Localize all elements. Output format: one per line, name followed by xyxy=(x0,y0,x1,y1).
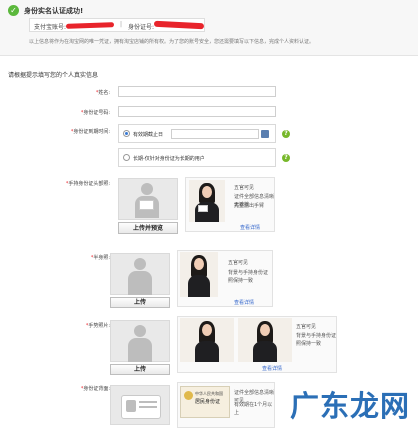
card-title: 中华人民共和国 xyxy=(195,391,223,396)
account-label: 支付宝账号: xyxy=(34,24,67,31)
person-silhouette-icon xyxy=(134,258,146,270)
name-label: *姓名: xyxy=(95,90,110,96)
validity-longterm-option[interactable]: 长期-仅针对身份证为长期的用户 xyxy=(118,148,276,167)
person-silhouette-body xyxy=(128,338,152,362)
validity-longterm-radio[interactable] xyxy=(123,154,130,161)
id-label: 身份证号: xyxy=(128,24,155,31)
validity-date-option[interactable]: 有效期截止日 xyxy=(118,124,276,143)
handheld-photo-placeholder xyxy=(118,178,178,220)
calendar-icon[interactable] xyxy=(261,130,269,138)
question-circle-icon[interactable]: ? xyxy=(282,130,290,138)
half-body-label: *半身照: xyxy=(90,255,110,261)
gesture-label: *手势照片: xyxy=(85,323,110,329)
id-number-label: *身份证号码: xyxy=(80,110,110,116)
half-body-example: 五官可见 背景与手持身份证照保持一致 查看详情 xyxy=(177,250,273,307)
validity-date-radio[interactable] xyxy=(123,130,130,137)
example-line: 背景与手持身份证照保持一致 xyxy=(228,270,269,284)
example-line: 背景与手持身份证照保持一致 xyxy=(296,333,337,347)
half-body-example-photo xyxy=(180,252,218,297)
upload-button[interactable]: 上传 xyxy=(110,297,170,308)
form-intro: 请根据提示填写您的个人真实信息 xyxy=(8,72,99,79)
gesture-example-photo-1 xyxy=(180,318,234,362)
view-detail-link[interactable]: 查看详情 xyxy=(262,365,282,372)
id-redaction xyxy=(153,20,205,30)
half-body-photo-placeholder xyxy=(110,253,170,295)
id-number-input[interactable] xyxy=(118,106,276,117)
check-circle-icon: ✓ xyxy=(8,5,19,16)
example-line: 五官可见 xyxy=(296,324,317,330)
card-subtitle: 居民身份证 xyxy=(195,399,221,405)
handheld-example: 五官可见 证件全部信息清晰无遮挡 完整露出手臂 查看详情 xyxy=(185,177,275,232)
national-emblem-icon xyxy=(184,391,193,400)
example-line: 五官可见 xyxy=(228,260,249,266)
person-silhouette-icon xyxy=(134,325,146,337)
watermark: 广东龙网 xyxy=(289,389,410,423)
validity-longterm-label: 长期-仅针对身份证为长期的用户 xyxy=(133,156,205,162)
banner-title: 身份实名认证成功! xyxy=(24,7,84,15)
question-circle-icon[interactable]: ? xyxy=(282,154,290,162)
view-detail-link[interactable]: 查看详情 xyxy=(234,299,254,306)
success-banner: ✓ 身份实名认证成功! 支付宝账号: | 身份证号: 以上信息将作为在淘宝网的唯… xyxy=(0,0,418,56)
validity-date-label: 有效期截止日 xyxy=(133,132,164,138)
handheld-id-label: *手持身份证头部照: xyxy=(65,181,110,187)
name-input[interactable] xyxy=(118,86,276,97)
person-silhouette-icon xyxy=(141,183,153,195)
id-card-example: 中华人民共和国 居民身份证 证件全部信息清晰可见 有效期在1个月以上 xyxy=(177,382,275,428)
account-info-box: 支付宝账号: | 身份证号: xyxy=(29,18,205,32)
gesture-example-photo-2 xyxy=(238,318,292,362)
upload-button[interactable]: 上传 xyxy=(110,364,170,375)
account-redaction xyxy=(65,22,115,29)
upload-preview-button[interactable]: 上传并预览 xyxy=(118,222,178,234)
example-line: 五官可见 xyxy=(234,185,255,191)
handheld-example-photo xyxy=(189,180,225,222)
example-line: 完整露出手臂 xyxy=(234,203,265,209)
id-card-photo-placeholder xyxy=(110,385,170,425)
id-card-example-photo: 中华人民共和国 居民身份证 xyxy=(180,386,230,418)
example-line: 有效期在1个月以上 xyxy=(234,402,273,416)
banner-note: 以上信息将作为在淘宝网的唯一凭证，拥有淘宝店铺的所有权。为了您的账号安全，您还需… xyxy=(29,39,315,45)
person-silhouette-body xyxy=(128,271,152,295)
id-front-label: *身份证背面: xyxy=(80,386,110,392)
gesture-photo-placeholder xyxy=(110,320,170,362)
separator: | xyxy=(120,21,123,28)
validity-date-input[interactable] xyxy=(171,129,259,139)
gesture-example: 五官可见 背景与手持身份证照保持一致 查看详情 xyxy=(177,316,337,373)
id-validity-label: *身份证到期时间: xyxy=(70,129,110,135)
view-detail-link[interactable]: 查看详情 xyxy=(240,224,260,231)
id-card-icon xyxy=(139,200,154,210)
